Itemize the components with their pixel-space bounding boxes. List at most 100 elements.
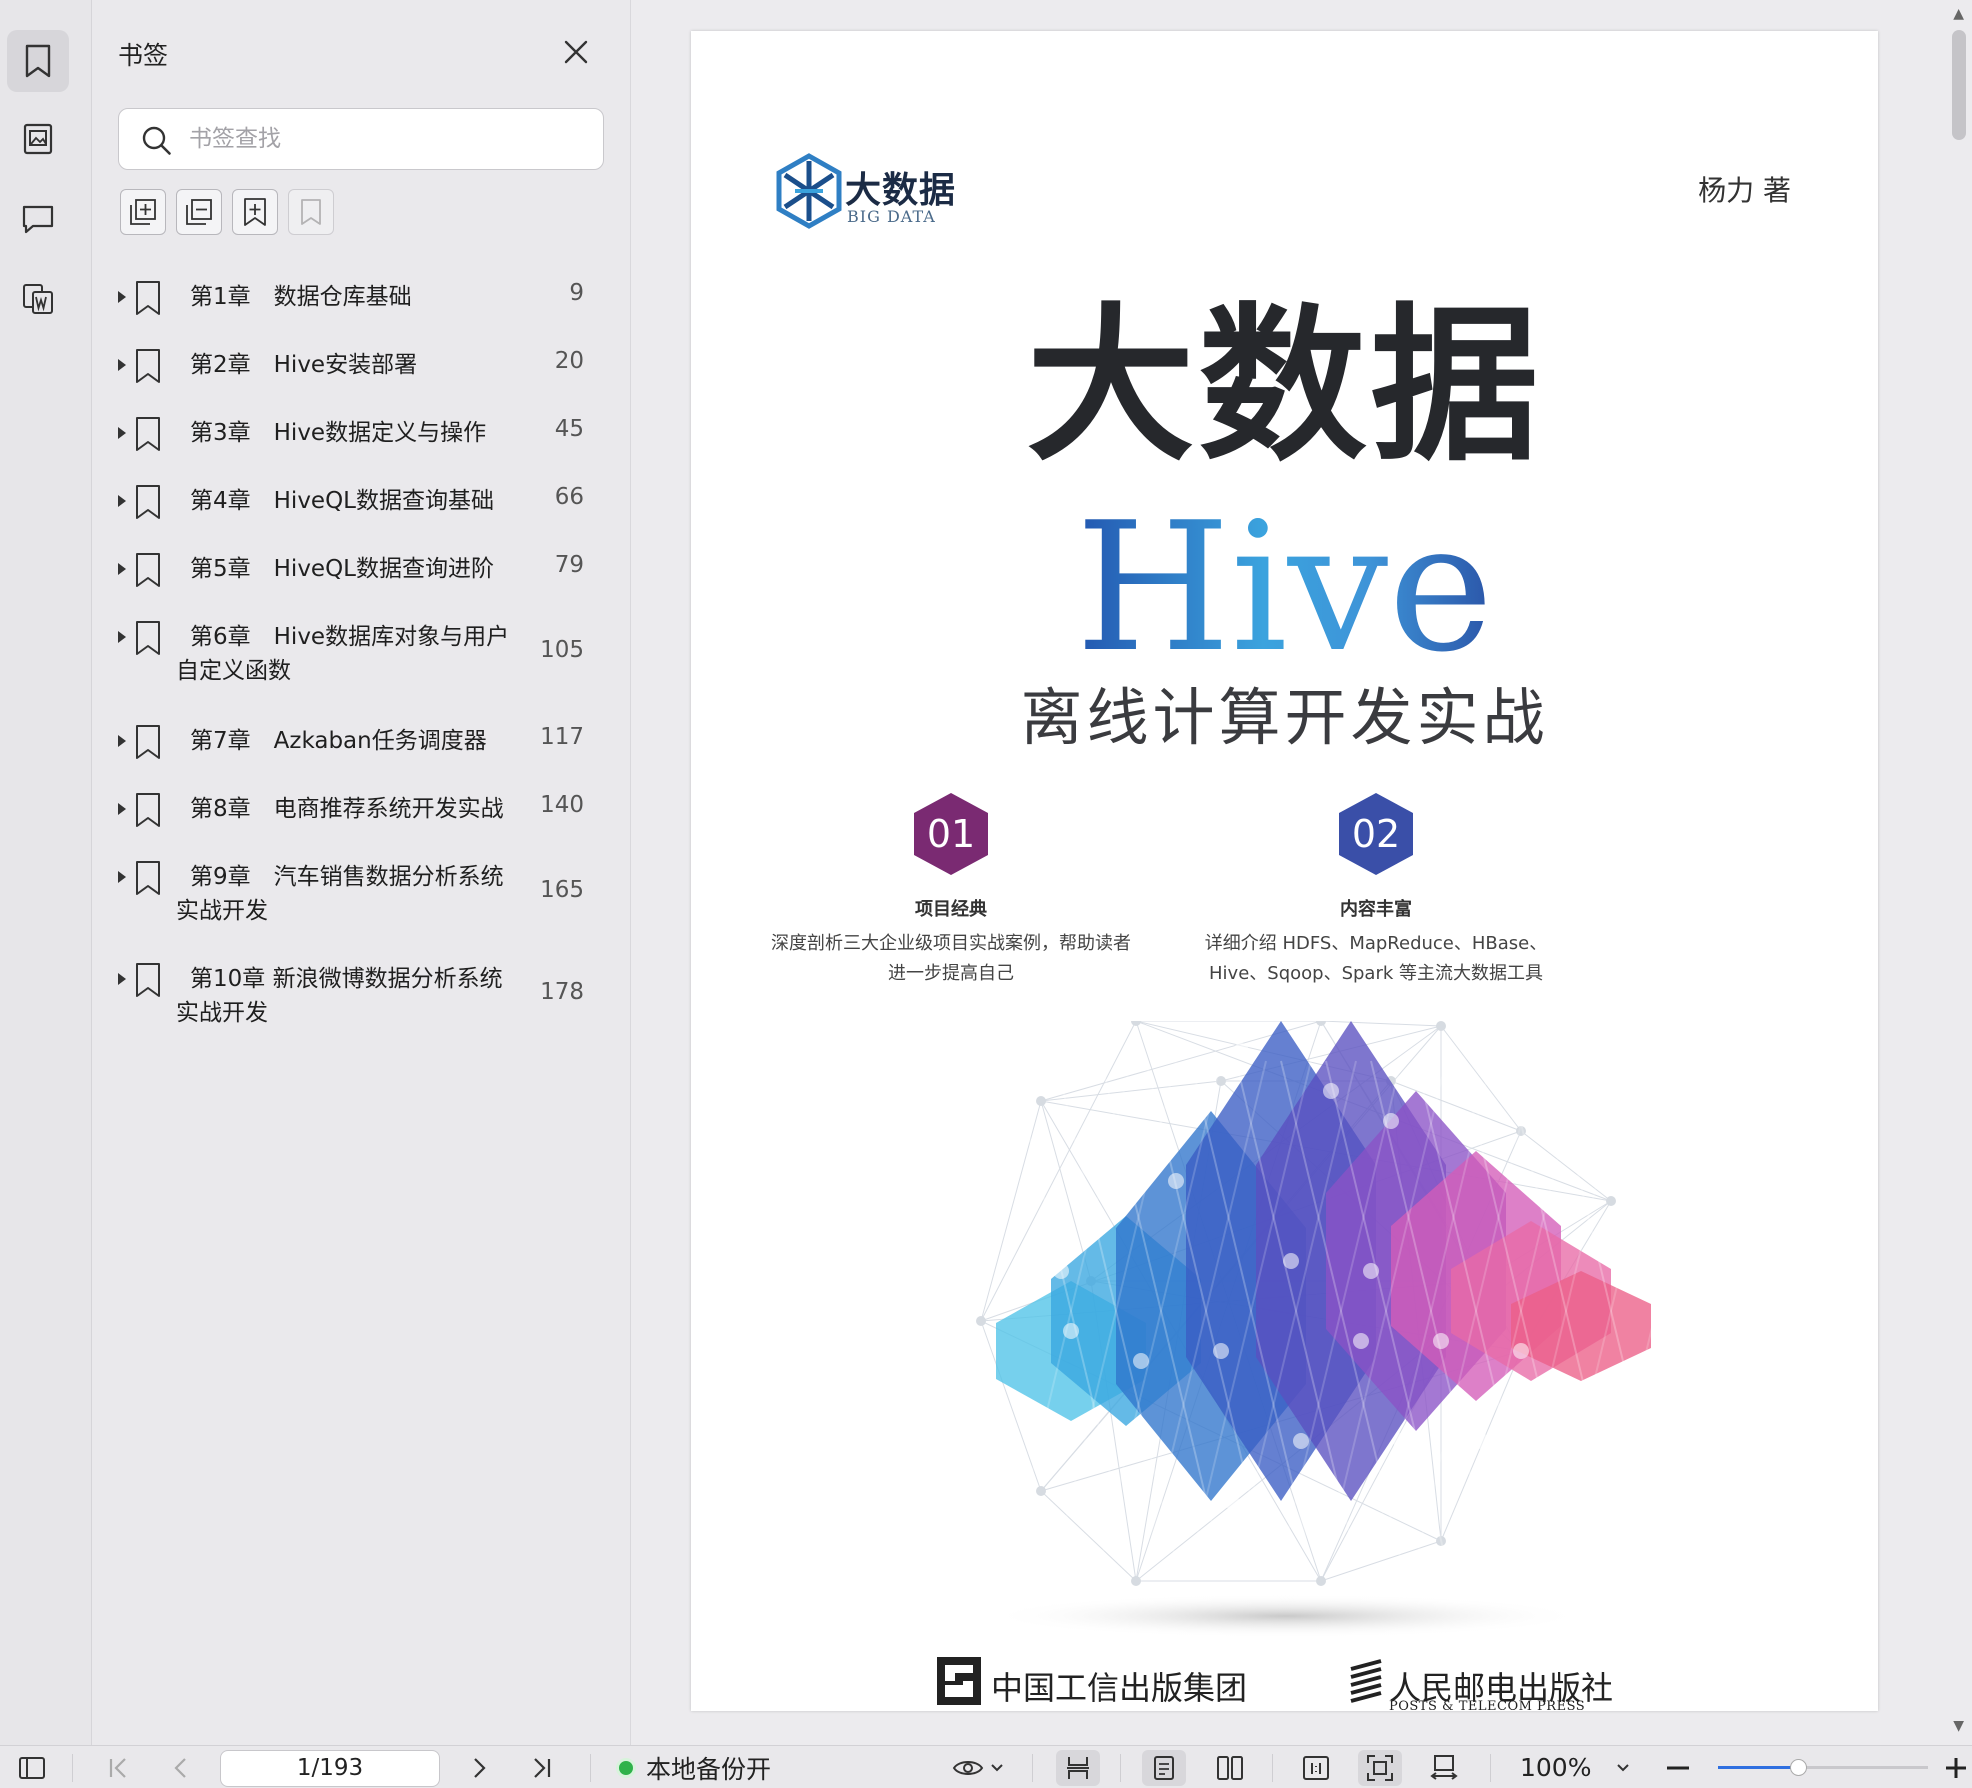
bookmark-item[interactable]: 第10章 新浪微博数据分析系统实战开发 178 xyxy=(118,960,608,1034)
bookmark-item[interactable]: 第1章 数据仓库基础 9 xyxy=(118,278,608,318)
bookmark-label: 第5章 HiveQL数据查询进阶 xyxy=(190,556,494,582)
last-page-button[interactable] xyxy=(524,1746,560,1788)
bookmark-icon xyxy=(136,793,160,827)
bookmark-item[interactable]: 第5章 HiveQL数据查询进阶 79 xyxy=(118,550,608,590)
first-page-button[interactable] xyxy=(100,1746,136,1788)
expand-arrow-icon[interactable] xyxy=(118,631,126,643)
comments-tab[interactable] xyxy=(7,188,69,250)
bookmark-icon xyxy=(136,553,160,587)
bookmark-icon xyxy=(136,621,160,655)
bookmark-icon xyxy=(136,349,160,383)
bookmark-item[interactable]: 第6章 Hive数据库对象与用户自定义函数 105 xyxy=(118,618,608,692)
bookmark-icon xyxy=(136,861,160,895)
eye-icon xyxy=(952,1760,984,1775)
bookmark-search xyxy=(118,108,604,170)
feature-number: 01 xyxy=(927,812,975,856)
expand-arrow-icon[interactable] xyxy=(118,803,126,815)
bookmark-item[interactable]: 第3章 Hive数据定义与操作 45 xyxy=(118,414,608,454)
fit-page-button[interactable] xyxy=(1358,1750,1402,1786)
bookmark-label: 第9章 汽车销售数据分析系统实战开发 xyxy=(176,864,504,924)
logo-subtext: BIG DATA xyxy=(847,207,936,226)
cover-hive-title: Hive xyxy=(691,499,1878,677)
zoom-level[interactable]: 100% xyxy=(1520,1746,1591,1788)
expand-arrow-icon[interactable] xyxy=(118,973,126,985)
next-page-button[interactable] xyxy=(462,1746,498,1788)
expand-all-button[interactable] xyxy=(120,189,166,235)
scroll-down-arrow[interactable]: ▼ xyxy=(1953,1718,1964,1734)
author: 杨力 著 xyxy=(1698,174,1791,207)
bookmark-item[interactable]: 第2章 Hive安装部署 20 xyxy=(118,346,608,386)
chevron-right-icon xyxy=(474,1757,486,1778)
separator xyxy=(1272,1754,1273,1782)
bookmark-page-number: 45 xyxy=(554,416,584,442)
zoom-slider[interactable] xyxy=(1718,1759,1928,1776)
bookmark-icon xyxy=(136,281,160,315)
zoom-in-button[interactable] xyxy=(1944,1746,1968,1788)
previous-page-button[interactable] xyxy=(162,1746,198,1788)
continuous-scroll-icon xyxy=(1067,1757,1089,1779)
add-bookmark-button[interactable] xyxy=(232,189,278,235)
thumbnails-tab[interactable] xyxy=(7,108,69,170)
bookmark-icon xyxy=(136,725,160,759)
comment-icon xyxy=(22,205,54,234)
expand-arrow-icon[interactable] xyxy=(118,563,126,575)
document-viewport[interactable]: ▲ ▼ 大数据 BIG DATA 杨力 著 大数据 Hive 离线计算开发实战 … xyxy=(631,0,1972,1745)
sidebar-toggle-icon xyxy=(19,1756,45,1779)
convert-tab[interactable] xyxy=(7,268,69,330)
expand-arrow-icon[interactable] xyxy=(118,871,126,883)
vertical-scrollbar[interactable] xyxy=(1952,30,1966,140)
bookmarks-tab[interactable] xyxy=(7,30,69,92)
actual-size-button[interactable] xyxy=(1294,1746,1338,1788)
bookmark-item[interactable]: 第8章 电商推荐系统开发实战 140 xyxy=(118,790,608,830)
zoom-slider-handle[interactable] xyxy=(1789,1759,1807,1776)
single-page-icon xyxy=(1154,1756,1174,1780)
bookmark-item[interactable]: 第9章 汽车销售数据分析系统实战开发 165 xyxy=(118,858,608,932)
cover-hexagon-artwork xyxy=(976,1021,1651,1638)
remove-bookmark-button[interactable] xyxy=(288,189,334,235)
add-bookmark-icon xyxy=(244,198,266,226)
bookmark-page-number: 105 xyxy=(540,637,584,663)
feature-block-2: 02 内容丰富 详细介绍 HDFS、MapReduce、HBase、 Hive、Sq… xyxy=(1116,791,1636,989)
bookmark-label: 第2章 Hive安装部署 xyxy=(190,352,418,378)
bookmark-search-input[interactable] xyxy=(189,119,589,159)
expand-arrow-icon[interactable] xyxy=(118,291,126,303)
fit-page-icon xyxy=(1367,1755,1393,1781)
double-page-button[interactable] xyxy=(1208,1746,1252,1788)
local-backup-toggle[interactable]: 本地备份开 xyxy=(616,1746,771,1788)
collapse-all-button[interactable] xyxy=(176,189,222,235)
close-panel-button[interactable] xyxy=(560,36,592,68)
cover-subtitle: 离线计算开发实战 xyxy=(1020,681,1549,754)
reading-mode-button[interactable] xyxy=(948,1746,1008,1788)
convert-word-icon xyxy=(23,284,53,314)
zoom-out-button[interactable] xyxy=(1662,1746,1694,1788)
bookmark-item[interactable]: 第4章 HiveQL数据查询基础 66 xyxy=(118,482,608,522)
bookmark-item[interactable]: 第7章 Azkaban任务调度器 117 xyxy=(118,722,608,762)
backup-status-icon xyxy=(616,1757,636,1778)
expand-arrow-icon[interactable] xyxy=(118,495,126,507)
publisher-group-logo-icon xyxy=(937,1657,981,1705)
fit-width-button[interactable] xyxy=(1422,1746,1466,1788)
cover-title: 大数据 xyxy=(1026,286,1543,484)
bookmark-icon xyxy=(136,485,160,519)
expand-arrow-icon[interactable] xyxy=(118,359,126,371)
zoom-slider-fill xyxy=(1718,1766,1798,1769)
backup-label: 本地备份开 xyxy=(646,1754,772,1784)
bookmark-page-number: 20 xyxy=(554,348,584,374)
expand-arrow-icon[interactable] xyxy=(118,735,126,747)
bookmark-label: 第7章 Azkaban任务调度器 xyxy=(190,728,487,754)
bookmark-page-number: 140 xyxy=(540,792,584,818)
feature-hexagon-badge: 01 xyxy=(914,793,988,875)
single-page-continuous-button[interactable] xyxy=(1056,1750,1100,1786)
bookmark-page-number: 165 xyxy=(540,877,584,903)
bookmark-panel: 书签 第1章 数据仓库基础 9 第2章 Hive安装部署 20 第3章 Hive数据定义… xyxy=(92,0,631,1745)
page-number-input[interactable]: 1/193 xyxy=(220,1750,440,1787)
toggle-sidebar-button[interactable] xyxy=(12,1746,52,1788)
expand-arrow-icon[interactable] xyxy=(118,427,126,439)
pdf-page: 大数据 BIG DATA 杨力 著 大数据 Hive 离线计算开发实战 01 项目… xyxy=(691,31,1878,1711)
scroll-up-arrow[interactable]: ▲ xyxy=(1953,6,1964,22)
bookmark-page-number: 9 xyxy=(569,280,584,306)
zoom-dropdown-button[interactable] xyxy=(1610,1746,1636,1788)
single-page-button[interactable] xyxy=(1142,1750,1186,1786)
bookmark-page-number: 79 xyxy=(554,552,584,578)
double-page-icon xyxy=(1217,1755,1243,1780)
